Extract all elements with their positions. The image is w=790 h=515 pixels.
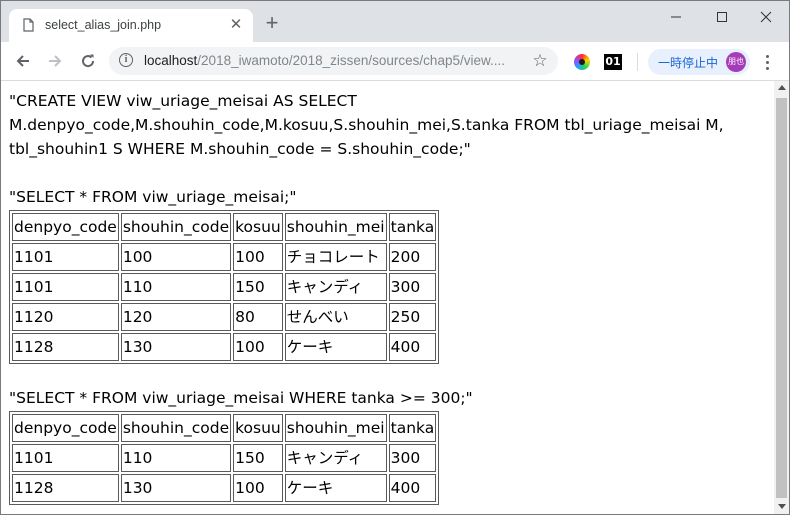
table-header-cell: tanka <box>388 414 437 442</box>
sql-create-view-text: "CREATE VIEW viw_uriage_meisai AS SELECT… <box>9 92 724 158</box>
table-cell: 200 <box>388 243 437 271</box>
table-cell: キャンディ <box>284 273 387 301</box>
profile-button[interactable]: 一時停止中 朋也 <box>648 49 750 75</box>
table-cell: 110 <box>120 273 232 301</box>
new-tab-icon[interactable]: + <box>261 12 283 35</box>
back-button[interactable] <box>10 48 36 74</box>
minimize-icon <box>671 16 681 18</box>
tab-close-icon[interactable]: ✕ <box>228 17 244 33</box>
table-header-cell: shouhin_code <box>120 414 232 442</box>
color-extension-icon[interactable] <box>574 54 590 70</box>
table-cell: 110 <box>120 444 232 472</box>
close-window-icon <box>760 11 772 23</box>
url-text[interactable]: localhost/2018_iwamoto/2018_zissen/sourc… <box>144 53 505 68</box>
bookmark-star-icon[interactable]: ☆ <box>530 51 550 71</box>
table-header-cell: shouhin_code <box>120 213 232 241</box>
extension-01-icon[interactable]: 01 <box>604 54 622 70</box>
sql-select-all-text: "SELECT * FROM viw_uriage_meisai;" <box>9 188 297 206</box>
site-info-icon[interactable]: i <box>119 53 133 67</box>
document-icon <box>23 18 34 32</box>
table-cell: 130 <box>120 474 232 502</box>
page-body: "CREATE VIEW viw_uriage_meisai AS SELECT… <box>9 89 767 505</box>
address-bar[interactable]: i localhost/2018_iwamoto/2018_zissen/sou… <box>109 47 558 75</box>
scrollbar-thumb[interactable] <box>776 98 787 498</box>
table-cell: 250 <box>388 303 437 331</box>
table-cell: 120 <box>120 303 232 331</box>
tab-active[interactable]: select_alias_join.php ✕ <box>9 9 253 42</box>
table-cell: 1120 <box>12 303 119 331</box>
result-table-2: denpyo_code shouhin_code kosuu shouhin_m… <box>9 411 440 505</box>
url-path: /2018_iwamoto/2018_zissen/sources/chap5/… <box>197 53 505 68</box>
forward-button[interactable] <box>42 48 68 74</box>
table-header-cell: kosuu <box>233 213 283 241</box>
result-table-1: denpyo_code shouhin_code kosuu shouhin_m… <box>9 210 440 364</box>
table-header-cell: denpyo_code <box>12 213 119 241</box>
reload-button[interactable] <box>75 48 101 74</box>
menu-icon[interactable] <box>761 52 775 72</box>
reload-icon <box>82 54 95 68</box>
table-cell: 100 <box>120 243 232 271</box>
table-cell: 300 <box>388 444 437 472</box>
table-row: 1128 130 100 ケーキ 400 <box>12 333 437 361</box>
table-cell: 80 <box>233 303 283 331</box>
maximize-icon <box>717 12 727 22</box>
table-cell: チョコレート <box>284 243 387 271</box>
table-cell: 100 <box>233 474 283 502</box>
profile-status-label: 一時停止中 <box>658 56 719 70</box>
table-cell: 1101 <box>12 444 119 472</box>
page-content: "CREATE VIEW viw_uriage_meisai AS SELECT… <box>1 81 774 514</box>
scroll-up-icon[interactable] <box>778 85 786 90</box>
maximize-button[interactable] <box>699 5 745 29</box>
sql-select-where-text: "SELECT * FROM viw_uriage_meisai WHERE t… <box>9 389 473 407</box>
toolbar-separator <box>637 53 638 71</box>
table-cell: ケーキ <box>284 333 387 361</box>
table-header-row: denpyo_code shouhin_code kosuu shouhin_m… <box>12 213 437 241</box>
table-cell: 1128 <box>12 474 119 502</box>
table-cell: キャンディ <box>284 444 387 472</box>
close-window-button[interactable] <box>743 5 789 29</box>
forward-arrow-icon <box>49 55 62 67</box>
table-cell: 1101 <box>12 273 119 301</box>
vertical-scrollbar[interactable] <box>774 81 789 514</box>
table-cell: 150 <box>233 444 283 472</box>
browser-window: select_alias_join.php ✕ + i localhost/20… <box>0 0 790 515</box>
table-row: 1101 110 150 キャンディ 300 <box>12 444 437 472</box>
table-cell: 1128 <box>12 333 119 361</box>
avatar: 朋也 <box>726 52 746 72</box>
table-header-row: denpyo_code shouhin_code kosuu shouhin_m… <box>12 414 437 442</box>
table-cell: 130 <box>120 333 232 361</box>
table-cell: 100 <box>233 333 283 361</box>
table-cell: 150 <box>233 273 283 301</box>
table-cell: 1101 <box>12 243 119 271</box>
table-cell: 400 <box>388 474 437 502</box>
table-row: 1101 110 150 キャンディ 300 <box>12 273 437 301</box>
table-cell: 300 <box>388 273 437 301</box>
tab-title: select_alias_join.php <box>45 18 162 32</box>
table-header-cell: kosuu <box>233 414 283 442</box>
table-row: 1120 120 80 せんべい 250 <box>12 303 437 331</box>
table-cell: せんべい <box>284 303 387 331</box>
table-header-cell: tanka <box>388 213 437 241</box>
table-row: 1101 100 100 チョコレート 200 <box>12 243 437 271</box>
table-header-cell: denpyo_code <box>12 414 119 442</box>
table-cell: 100 <box>233 243 283 271</box>
table-cell: 400 <box>388 333 437 361</box>
url-host: localhost <box>144 53 198 68</box>
tab-strip: select_alias_join.php ✕ + <box>1 1 789 42</box>
table-header-cell: shouhin_mei <box>284 414 387 442</box>
table-header-cell: shouhin_mei <box>284 213 387 241</box>
table-cell: ケーキ <box>284 474 387 502</box>
back-arrow-icon <box>16 55 29 67</box>
minimize-button[interactable] <box>653 5 699 29</box>
table-row: 1128 130 100 ケーキ 400 <box>12 474 437 502</box>
scroll-down-icon[interactable] <box>778 504 786 509</box>
